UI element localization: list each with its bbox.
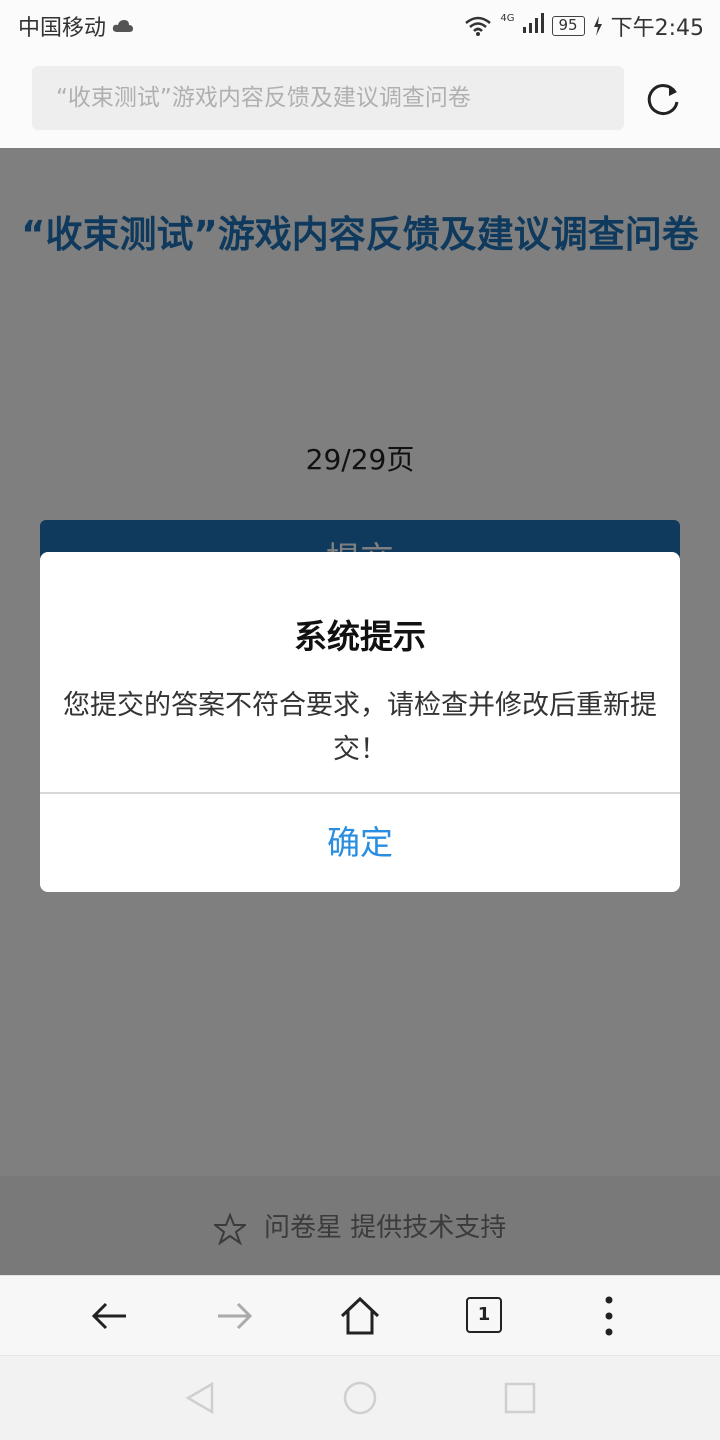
wifi-icon: [465, 16, 492, 36]
signal-icon: [522, 13, 544, 33]
nav-home-icon[interactable]: [340, 1378, 380, 1418]
network-type: 4G: [500, 13, 544, 39]
status-left: 中国移动: [18, 10, 134, 42]
status-bar: 中国移动 4G 95 下午2:45: [0, 0, 720, 50]
clock: 下午2:45: [610, 16, 704, 41]
nav-back-icon[interactable]: [180, 1378, 220, 1418]
browser-toolbar: 1: [0, 1275, 720, 1355]
carrier-name: 中国移动: [18, 16, 107, 41]
url-field[interactable]: “收束测试”游戏内容反馈及建议调查问卷: [32, 66, 624, 130]
nav-recents-icon[interactable]: [500, 1378, 540, 1418]
dialog-message: 您提交的答案不符合要求，请检查并修改后重新提交！: [63, 690, 657, 765]
browser-url-bar: “收束测试”游戏内容反馈及建议调查问卷: [0, 50, 720, 148]
system-nav-bar: [0, 1355, 720, 1440]
status-right: 4G 95 下午2:45: [464, 10, 704, 42]
back-arrow-icon[interactable]: [88, 1294, 132, 1338]
battery-level: 95: [551, 16, 585, 36]
charging-icon: [593, 16, 602, 36]
more-menu-icon[interactable]: [587, 1294, 631, 1338]
cloud-icon: [112, 20, 134, 32]
system-alert-dialog: 系统提示 您提交的答案不符合要求，请检查并修改后重新提交！ 确定: [40, 552, 680, 892]
dialog-title: 系统提示: [294, 617, 426, 656]
tabs-button[interactable]: 1: [466, 1297, 502, 1333]
forward-arrow-icon[interactable]: [212, 1294, 256, 1338]
confirm-button[interactable]: 确定: [40, 794, 680, 892]
home-icon[interactable]: [338, 1294, 382, 1338]
reload-icon[interactable]: [644, 80, 684, 120]
